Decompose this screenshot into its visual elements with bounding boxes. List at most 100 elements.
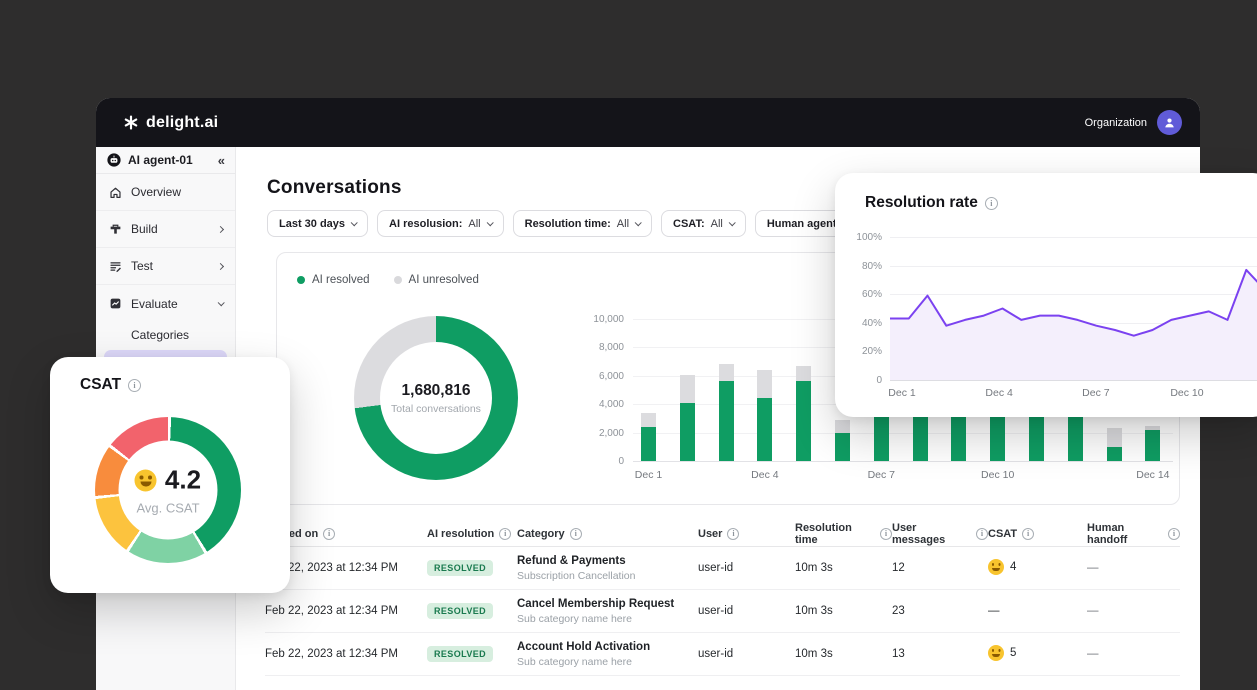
col-category[interactable]: Category xyxy=(517,528,698,540)
screenshot-root: { "header": { "logo_text": "delight.ai",… xyxy=(0,0,1257,690)
top-bar: delight.ai Organization xyxy=(96,98,1200,147)
resolution-rate-title: Resolution rate xyxy=(865,194,998,212)
sidebar-item-categories[interactable]: Categories xyxy=(96,322,235,347)
info-icon[interactable] xyxy=(880,528,892,540)
bar-segment-resolved xyxy=(1145,430,1160,461)
legend-label: AI resolved xyxy=(312,274,370,286)
col-resolution-time[interactable]: Resolution time xyxy=(795,522,892,546)
logo[interactable]: delight.ai xyxy=(124,114,218,132)
sidebar-agent-selector[interactable]: AI agent-01 « xyxy=(96,147,235,174)
x-axis-tick: Dec 10 xyxy=(1157,387,1217,399)
csat-avg-value: 4.2 xyxy=(165,465,201,496)
subcategory-name: Sub category name here xyxy=(517,656,698,668)
info-icon[interactable] xyxy=(1022,528,1034,540)
chart-legend: AI resolved AI unresolved xyxy=(297,274,479,286)
table-row[interactable]: Feb 22, 2023 at 12:34 PM RESOLVED Accoun… xyxy=(265,633,1180,676)
stacked-bar[interactable] xyxy=(835,420,850,461)
csat-avg-face-icon xyxy=(135,469,157,491)
bar-segment-unresolved xyxy=(680,375,695,403)
y-axis-tick: 6,000 xyxy=(599,371,624,382)
cell-user: user-id xyxy=(698,605,795,617)
x-axis-tick: Dec 4 xyxy=(969,387,1029,399)
x-axis-tick: Dec 7 xyxy=(851,469,911,481)
table-row[interactable]: Feb 22, 2023 at 12:34 PM RESOLVED Cancel… xyxy=(265,590,1180,633)
filter-csat[interactable]: CSAT: All xyxy=(661,210,746,237)
filter-date-range[interactable]: Last 30 days xyxy=(267,210,368,237)
cell-closed-on: Feb 22, 2023 at 12:34 PM xyxy=(265,648,427,660)
info-icon[interactable] xyxy=(323,528,335,540)
info-icon[interactable] xyxy=(499,528,511,540)
col-user-messages[interactable]: User messages xyxy=(892,522,988,546)
organization-menu[interactable]: Organization xyxy=(1085,110,1182,135)
cell-csat: 4 xyxy=(988,559,1087,578)
col-csat[interactable]: CSAT xyxy=(988,528,1087,540)
csat-face-icon xyxy=(988,559,1004,575)
cell-csat: — xyxy=(988,605,1087,617)
filter-resolution-time[interactable]: Resolution time: All xyxy=(513,210,652,237)
x-axis-tick: Dec 1 xyxy=(872,387,932,399)
col-user[interactable]: User xyxy=(698,528,795,540)
legend-dot-unresolved xyxy=(394,276,402,284)
filter-ai-resolution[interactable]: AI resolusion: All xyxy=(377,210,504,237)
filter-label: CSAT: xyxy=(673,218,705,230)
bar-segment-unresolved xyxy=(796,366,811,381)
status-badge: RESOLVED xyxy=(427,603,493,619)
user-avatar[interactable] xyxy=(1157,110,1182,135)
cell-status: RESOLVED xyxy=(427,560,517,576)
stacked-bar[interactable] xyxy=(1107,428,1122,461)
sidebar-item-overview[interactable]: Overview xyxy=(96,174,235,211)
y-axis-tick: 80% xyxy=(862,261,882,272)
y-axis-tick: 0 xyxy=(618,456,624,467)
filter-label: Last 30 days xyxy=(279,218,345,230)
csat-donut-center: 4.2 Avg. CSAT xyxy=(119,441,218,540)
bar-segment-unresolved xyxy=(719,364,734,382)
table-row[interactable]: Feb 22, 2023 at 12:34 PM RESOLVED Refund… xyxy=(265,547,1180,590)
sidebar-collapse-icon[interactable]: « xyxy=(218,153,225,168)
home-icon xyxy=(108,185,122,199)
legend-ai-unresolved[interactable]: AI unresolved xyxy=(394,274,479,286)
info-icon[interactable] xyxy=(985,197,998,210)
info-icon[interactable] xyxy=(976,528,988,540)
gridline xyxy=(890,380,1257,381)
chevron-down-icon xyxy=(486,219,493,226)
info-icon[interactable] xyxy=(727,528,739,540)
info-icon[interactable] xyxy=(128,379,141,392)
cell-human-handoff: — xyxy=(1087,605,1180,617)
cell-user: user-id xyxy=(698,648,795,660)
sidebar-item-label: Overview xyxy=(131,185,223,199)
cell-resolution-time: 10m 3s xyxy=(795,605,892,617)
cell-status: RESOLVED xyxy=(427,646,517,662)
info-icon[interactable] xyxy=(570,528,582,540)
stacked-bar[interactable] xyxy=(757,370,772,461)
info-icon[interactable] xyxy=(1168,528,1180,540)
y-axis-tick: 100% xyxy=(856,232,882,243)
col-ai-resolution[interactable]: AI resolution xyxy=(427,528,517,540)
bar-segment-unresolved xyxy=(757,370,772,398)
col-label: Human handoff xyxy=(1087,522,1163,546)
stacked-bar[interactable] xyxy=(641,413,656,461)
cell-human-handoff: — xyxy=(1087,562,1180,574)
bar-segment-resolved xyxy=(757,398,772,461)
conversations-table: Closed on AI resolution Category User Re… xyxy=(265,521,1180,676)
agent-robot-icon xyxy=(107,153,121,167)
col-label: CSAT xyxy=(988,528,1017,540)
csat-title: CSAT xyxy=(80,376,141,394)
sidebar-item-evaluate[interactable]: Evaluate xyxy=(96,285,235,322)
stacked-bar[interactable] xyxy=(1145,426,1160,461)
legend-dot-resolved xyxy=(297,276,305,284)
sidebar-item-build[interactable]: Build xyxy=(96,211,235,248)
legend-ai-resolved[interactable]: AI resolved xyxy=(297,274,370,286)
col-label: Category xyxy=(517,528,565,540)
bar-segment-unresolved xyxy=(1107,428,1122,446)
col-human-handoff[interactable]: Human handoff xyxy=(1087,522,1180,546)
csat-score: — xyxy=(988,605,1000,617)
cell-category: Refund & Payments Subscription Cancellat… xyxy=(517,555,698,582)
stacked-bar[interactable] xyxy=(796,366,811,461)
build-icon xyxy=(108,222,122,236)
category-name: Refund & Payments xyxy=(517,555,698,567)
y-axis-tick: 2,000 xyxy=(599,428,624,439)
stacked-bar[interactable] xyxy=(680,375,695,461)
stacked-bar[interactable] xyxy=(719,364,734,461)
cell-csat: 5 xyxy=(988,645,1087,664)
sidebar-item-test[interactable]: Test xyxy=(96,248,235,285)
